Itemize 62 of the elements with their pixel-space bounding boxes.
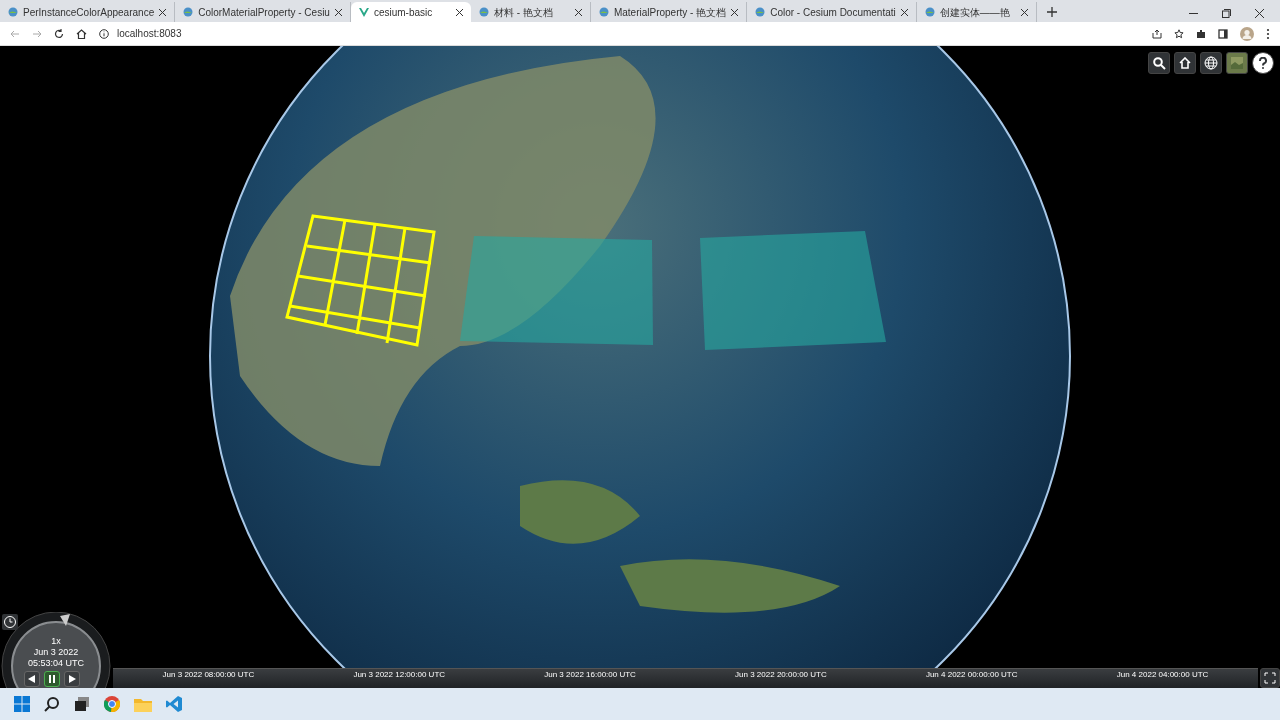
timeline-label: Jun 3 2022 08:00:00 UTC (162, 669, 255, 681)
close-icon[interactable] (334, 8, 342, 16)
timeline-label: Jun 4 2022 04:00:00 UTC (1116, 669, 1209, 681)
home-icon[interactable] (76, 28, 87, 39)
info-icon[interactable] (99, 28, 109, 39)
restore-icon[interactable] (1222, 9, 1231, 18)
windows-start-icon[interactable] (14, 696, 30, 712)
map-thumbnail-icon (1230, 56, 1244, 70)
search-icon (1152, 56, 1166, 70)
date-label: Jun 3 2022 (32, 647, 80, 658)
pause-button[interactable] (44, 671, 60, 687)
new-tab-icon[interactable] (1046, 7, 1057, 17)
menu-icon[interactable] (1266, 27, 1270, 40)
code-editor-icon[interactable] (166, 696, 182, 712)
play-button[interactable] (64, 671, 80, 687)
reload-icon[interactable] (54, 28, 64, 39)
help-icon (1258, 57, 1268, 69)
reverse-icon (28, 675, 36, 683)
fullscreen-button[interactable] (1260, 668, 1280, 688)
timeline-label: Jun 4 2022 00:00:00 UTC (925, 669, 1018, 681)
pause-icon (48, 675, 56, 683)
reverse-button[interactable] (24, 671, 40, 687)
globe-icon (924, 7, 935, 17)
timeline-label: Jun 3 2022 16:00:00 UTC (544, 669, 636, 681)
close-icon[interactable] (455, 8, 463, 16)
clock-icon[interactable] (2, 614, 18, 630)
close-icon[interactable] (1020, 8, 1028, 16)
globe-icon (1204, 56, 1218, 70)
play-icon (68, 675, 76, 683)
home-button[interactable] (1174, 52, 1196, 74)
globe-icon (598, 7, 609, 17)
imagery-button[interactable] (1226, 52, 1248, 74)
globe-icon (8, 7, 18, 17)
close-icon[interactable] (1255, 9, 1264, 18)
task-view-icon[interactable] (74, 696, 90, 712)
star-icon[interactable] (1174, 28, 1184, 39)
share-icon[interactable] (1152, 28, 1162, 39)
timeline-label: Jun 3 2022 20:00:00 UTC (735, 669, 827, 681)
globe-button[interactable] (1200, 52, 1222, 74)
chrome-icon[interactable] (104, 696, 120, 712)
timeline-bar[interactable]: Jun 3 2022 08:00:00 UTC Jun 3 2022 12:00:00 UTC Jun 3 2022 16:00:00 UTC Jun 3 2022 20:00:00 UTC Jun 4 2022 00:00:00 UTC Jun 4 2022 04:00:00 UTC (113, 668, 1258, 688)
search-icon[interactable] (44, 696, 60, 712)
search-button[interactable] (1148, 52, 1170, 74)
time-label: 05:53:04 UTC (27, 658, 85, 669)
globe-icon (755, 7, 766, 17)
close-icon[interactable] (159, 8, 167, 16)
fullscreen-icon (1264, 672, 1276, 684)
close-icon[interactable] (731, 8, 739, 16)
help-button[interactable] (1252, 52, 1274, 74)
globe-drawing[interactable] (209, 46, 1071, 668)
browser-tab[interactable]: cesium-basic (350, 2, 471, 22)
globe-icon (478, 7, 489, 17)
close-icon[interactable] (900, 8, 908, 16)
close-icon[interactable] (574, 8, 582, 16)
puzzle-icon[interactable] (1196, 28, 1206, 39)
globe-icon (183, 7, 194, 17)
home-icon (1179, 57, 1191, 69)
address-field[interactable]: localhost:8083 (117, 26, 182, 41)
timeline-label: Jun 3 2022 12:00:00 UTC (353, 669, 446, 681)
v-logo-icon (358, 7, 369, 17)
sidebar-icon[interactable] (1218, 28, 1228, 39)
speed-label: 1x (50, 636, 62, 647)
